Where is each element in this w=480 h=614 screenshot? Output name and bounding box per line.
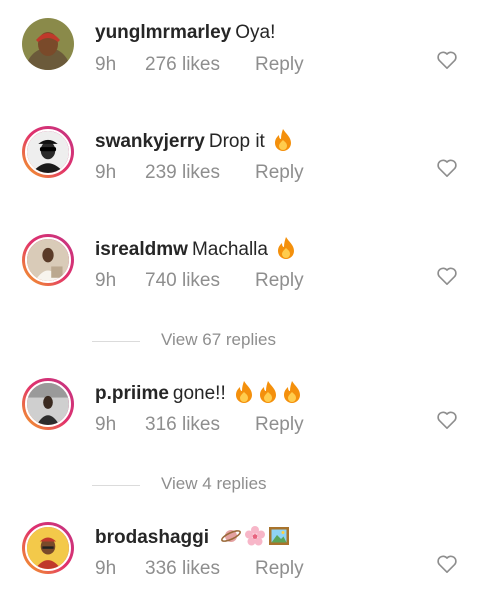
comment-username[interactable]: yunglmrmarley (95, 22, 231, 43)
reply-button[interactable]: Reply (255, 54, 304, 76)
reply-button[interactable]: Reply (255, 414, 304, 436)
ringed-planet-icon (220, 524, 242, 548)
fire-icon (257, 380, 279, 404)
avatar[interactable] (22, 126, 74, 178)
fire-icon (275, 236, 297, 260)
comment-username[interactable]: p.priime (95, 383, 169, 404)
comment-time: 9h (95, 558, 117, 579)
heart-icon[interactable] (436, 554, 458, 574)
comment-time: 9h (95, 162, 117, 183)
comment-meta: 9h 276 likes Reply (95, 54, 304, 76)
avatar-photo-dark-icon (27, 383, 69, 425)
comment-item: brodashaggi 9h 336 likes Reply (0, 522, 480, 594)
avatar[interactable] (22, 522, 74, 574)
reply-button[interactable]: Reply (255, 270, 304, 292)
view-replies-button[interactable]: View 4 replies (92, 474, 392, 496)
heart-icon[interactable] (436, 50, 458, 70)
comment-username[interactable]: isrealdmw (95, 239, 188, 260)
comment-line: brodashaggi (95, 524, 290, 551)
comment-likes[interactable]: 316 likes (145, 414, 255, 436)
avatar-photo-sunglasses-icon (27, 131, 69, 173)
comment-username[interactable]: brodashaggi (95, 527, 209, 548)
avatar[interactable] (22, 378, 74, 430)
avatar[interactable] (22, 234, 74, 286)
comment-time: 9h (95, 270, 117, 291)
replies-divider (92, 485, 140, 486)
avatar-photo-cartoon-icon (27, 527, 69, 569)
avatar-photo-red-cap-icon (22, 18, 74, 70)
comment-likes[interactable]: 336 likes (145, 558, 255, 580)
avatar[interactable] (22, 18, 74, 70)
fire-icon (281, 380, 303, 404)
fire-icon (272, 128, 294, 152)
comment-meta: 9h 336 likes Reply (95, 558, 304, 580)
view-replies-label[interactable]: View 67 replies (161, 330, 276, 350)
cherry-blossom-icon (244, 524, 266, 548)
comment-item: swankyjerry Drop it 9h 239 likes Reply (0, 126, 480, 198)
comment-item: p.priime gone!! 9h 316 likes Reply (0, 378, 480, 450)
comment-line: p.priime gone!! (95, 380, 303, 407)
comment-likes[interactable]: 276 likes (145, 54, 255, 76)
fire-icon (233, 380, 255, 404)
view-replies-button[interactable]: View 67 replies (92, 330, 392, 352)
avatar-photo-white-outfit-icon (27, 239, 69, 281)
comment-meta: 9h 239 likes Reply (95, 162, 304, 184)
comment-item: yunglmrmarley Oya! 9h 276 likes Reply (0, 18, 480, 90)
comment-text: Drop it (208, 131, 265, 152)
comment-username[interactable]: swankyjerry (95, 131, 205, 152)
comment-time: 9h (95, 414, 117, 435)
comment-meta: 9h 740 likes Reply (95, 270, 304, 292)
comment-meta: 9h 316 likes Reply (95, 414, 304, 436)
reply-button[interactable]: Reply (255, 162, 304, 184)
comment-line: swankyjerry Drop it (95, 128, 294, 155)
comment-time: 9h (95, 54, 117, 75)
view-replies-label[interactable]: View 4 replies (161, 474, 267, 494)
comment-text: gone!! (172, 383, 226, 404)
heart-icon[interactable] (436, 266, 458, 286)
comment-item: isrealdmw Machalla 9h 740 likes Reply (0, 234, 480, 306)
replies-divider (92, 341, 140, 342)
heart-icon[interactable] (436, 158, 458, 178)
comment-likes[interactable]: 239 likes (145, 162, 255, 184)
framed-picture-icon (268, 524, 290, 548)
comment-line: yunglmrmarley Oya! (95, 20, 275, 46)
comment-text: Oya! (235, 22, 276, 43)
comment-likes[interactable]: 740 likes (145, 270, 255, 292)
comment-line: isrealdmw Machalla (95, 236, 297, 263)
comment-text: Machalla (191, 239, 268, 260)
reply-button[interactable]: Reply (255, 558, 304, 580)
heart-icon[interactable] (436, 410, 458, 430)
